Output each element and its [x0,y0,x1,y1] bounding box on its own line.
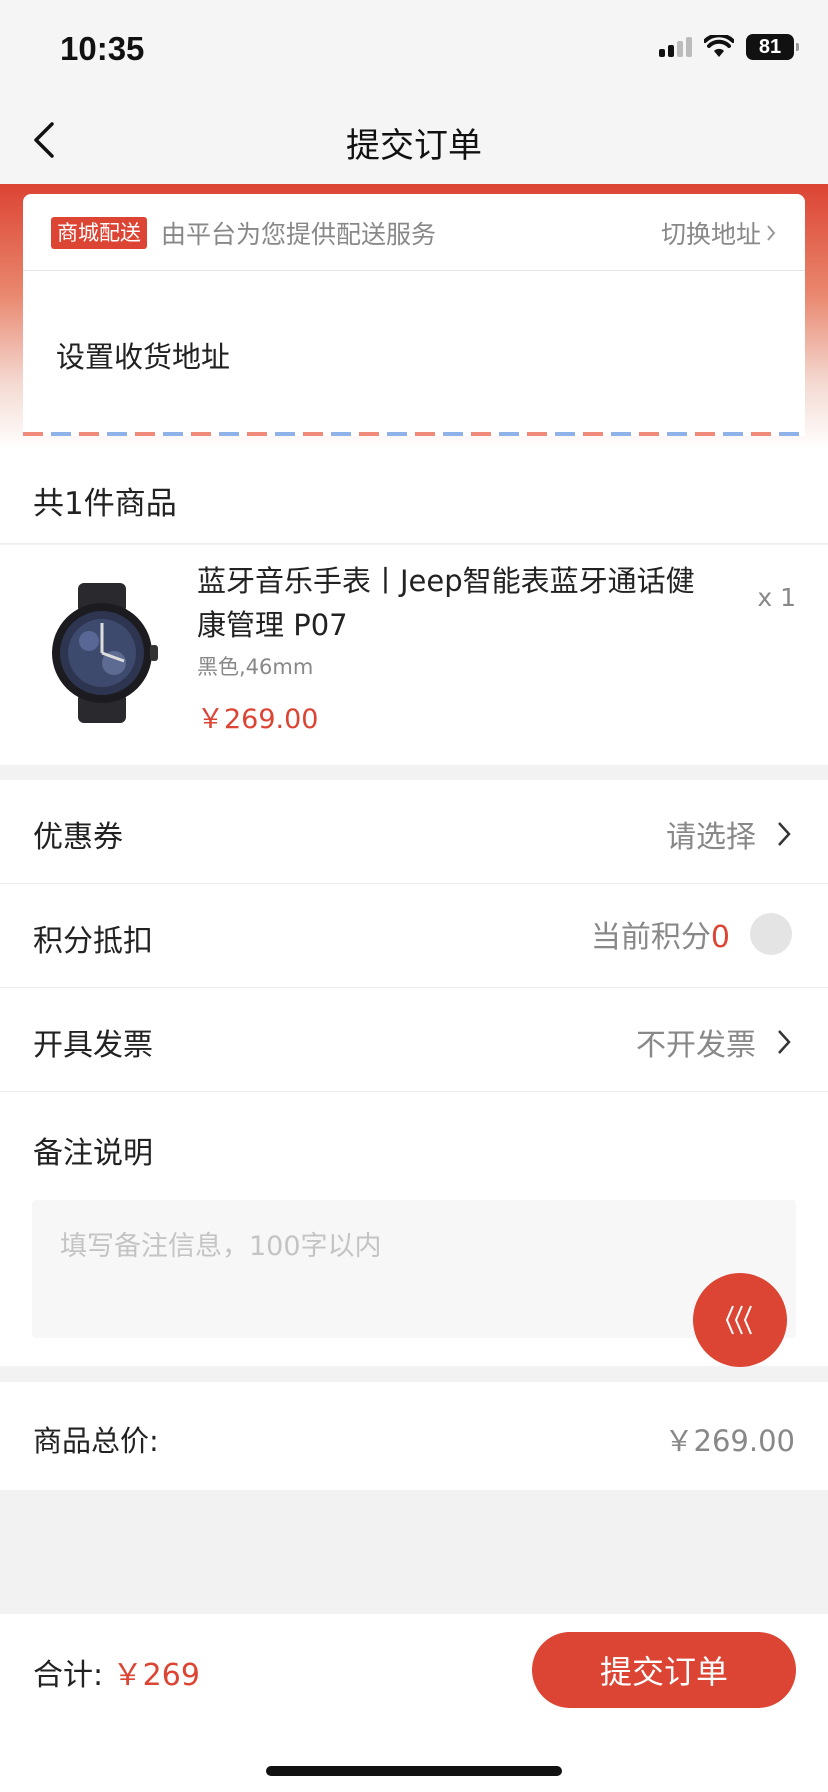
remark-input[interactable]: 填写备注信息，100字以内 [32,1200,796,1338]
nav-bar: 提交订单 [0,96,828,184]
system-icons: 81 [659,34,799,60]
product-quantity: x 1 [757,583,796,612]
cellular-signal-icon [659,37,692,57]
product-price: ￥269.00 [197,704,319,735]
points-info: 当前积分0 [591,912,792,956]
goods-total-value: ￥269.00 [664,1424,795,1458]
order-total: 合计: ￥269 [33,1650,200,1694]
submit-order-button[interactable]: 提交订单 [532,1632,796,1708]
page-title: 提交订单 [346,126,482,166]
product-image [52,583,158,723]
status-time: 10:35 [60,30,145,67]
delivery-row: 商城配送 由平台为您提供配送服务 切换地址 [51,216,777,250]
chevrons-left-icon [725,1305,752,1335]
points-row: 积分抵扣 当前积分0 [0,884,828,988]
remark-label: 备注说明 [33,1136,153,1171]
coupon-row[interactable]: 优惠券 请选择 [0,780,828,884]
chevron-right-icon [778,1030,791,1054]
coupon-selector[interactable]: 请选择 [666,812,792,856]
chevron-right-icon [767,225,776,241]
home-indicator[interactable] [266,1766,562,1776]
invoice-value: 不开发票 [636,1028,756,1063]
points-label: 积分抵扣 [33,924,153,959]
order-options: 优惠券 请选择 积分抵扣 当前积分0 开具发票 不开发票 备注说明 填写备注信息… [0,780,828,1366]
product-spec: 黑色,46mm [197,655,314,679]
floating-menu-button[interactable] [693,1273,787,1367]
battery-icon: 81 [746,34,799,60]
invoice-label: 开具发票 [33,1028,153,1063]
wifi-icon [704,35,734,57]
coupon-value: 请选择 [666,820,756,855]
address-divider [23,270,805,271]
chevron-right-icon [778,822,791,846]
points-text: 当前积分0 [591,912,730,956]
airmail-border [23,432,805,436]
address-card[interactable]: 商城配送 由平台为您提供配送服务 切换地址 设置收货地址 [23,194,805,436]
invoice-row[interactable]: 开具发票 不开发票 [0,988,828,1092]
delivery-description: 由平台为您提供配送服务 [161,220,437,249]
goods-count: 共1件商品 [33,486,177,522]
points-toggle[interactable] [750,913,792,955]
product-item[interactable]: 蓝牙音乐手表丨Jeep智能表蓝牙通话健康管理 P07 黑色,46mm ￥269.… [0,545,828,765]
order-total-label: 合计: [33,1658,104,1693]
product-name: 蓝牙音乐手表丨Jeep智能表蓝牙通话健康管理 P07 [197,564,695,642]
goods-total-row: 商品总价: ￥269.00 [0,1382,828,1490]
switch-address-label: 切换地址 [660,220,761,249]
coupon-label: 优惠券 [33,820,123,855]
delivery-badge: 商城配送 [51,217,147,249]
points-prefix: 当前积分 [590,920,711,955]
checkout-bar: 合计: ￥269 提交订单 [0,1614,828,1792]
points-value: 0 [710,920,730,955]
goods-header: 共1件商品 [0,450,828,544]
invoice-selector[interactable]: 不开发票 [636,1020,792,1064]
order-total-value: ￥269 [112,1658,200,1693]
status-bar: 10:35 81 [0,0,828,96]
goods-total-label: 商品总价: [33,1424,159,1458]
set-address-prompt[interactable]: 设置收货地址 [56,334,230,376]
switch-address-link[interactable]: 切换地址 [661,215,777,251]
